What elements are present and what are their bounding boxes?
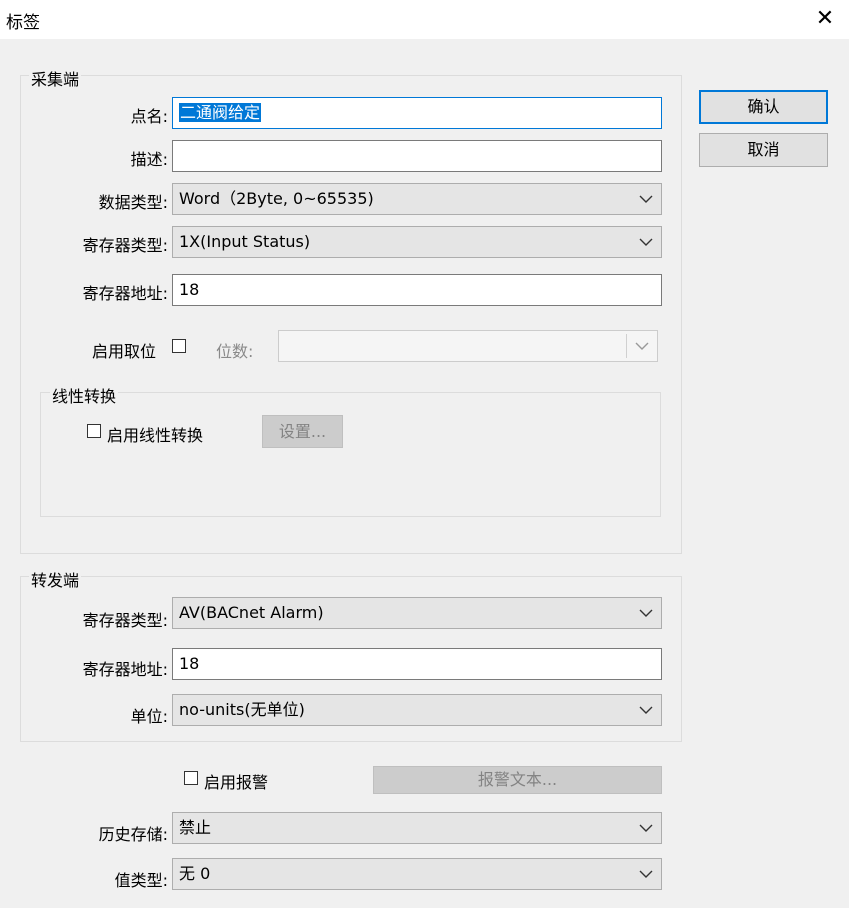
history-value: 禁止 [179, 818, 212, 837]
enable-bit-label: 启用取位 [92, 342, 157, 361]
data-type-label: 数据类型: [98, 193, 168, 212]
close-icon[interactable]: ✕ [809, 2, 841, 36]
bits-select[interactable] [278, 330, 658, 362]
reg-type-value: 1X(Input Status) [179, 232, 311, 251]
point-name-value: 二通阀给定 [179, 103, 262, 122]
enable-bit-checkbox[interactable] [172, 339, 186, 353]
enable-linear-checkbox[interactable] [87, 424, 101, 438]
chevron-down-icon [639, 695, 653, 725]
chevron-down-icon [639, 598, 653, 628]
desc-label: 描述: [130, 150, 168, 169]
data-type-select[interactable]: Word（2Byte, 0~65535) [172, 183, 662, 215]
chevron-down-icon [639, 227, 653, 257]
forward-legend: 转发端 [29, 567, 82, 591]
unit-label: 单位: [130, 707, 168, 726]
linear-settings-button[interactable]: 设置... [262, 415, 343, 448]
reg-addr-input[interactable]: 18 [172, 274, 662, 306]
bits-label: 位数: [216, 342, 254, 361]
cancel-button[interactable]: 取消 [699, 133, 828, 167]
enable-alarm-label: 启用报警 [204, 773, 269, 792]
enable-alarm-checkbox[interactable] [184, 771, 198, 785]
reg-addr-label: 寄存器地址: [82, 284, 168, 303]
linear-legend: 线性转换 [50, 383, 119, 407]
fwd-reg-addr-input[interactable]: 18 [172, 648, 662, 680]
fwd-reg-type-label: 寄存器类型: [82, 611, 168, 630]
chevron-down-icon [635, 331, 649, 361]
fwd-reg-addr-label: 寄存器地址: [82, 660, 168, 679]
value-type-select[interactable]: 无 0 [172, 858, 662, 890]
ok-button[interactable]: 确认 [699, 90, 828, 124]
value-type-label: 值类型: [114, 871, 168, 890]
reg-type-label: 寄存器类型: [82, 236, 168, 255]
chevron-down-icon [639, 184, 653, 214]
desc-input[interactable] [172, 140, 662, 172]
reg-type-select[interactable]: 1X(Input Status) [172, 226, 662, 258]
collect-legend: 采集端 [29, 66, 82, 90]
chevron-down-icon [639, 813, 653, 843]
unit-select[interactable]: no-units(无单位) [172, 694, 662, 726]
linear-group [40, 392, 661, 517]
chevron-down-icon [639, 859, 653, 889]
alarm-text-button[interactable]: 报警文本... [373, 766, 662, 794]
fwd-reg-type-value: AV(BACnet Alarm) [179, 603, 324, 622]
history-label: 历史存储: [98, 825, 168, 844]
title-bar [0, 0, 849, 39]
enable-linear-label: 启用线性转换 [107, 426, 204, 445]
unit-value: no-units(无单位) [179, 700, 305, 719]
point-name-input[interactable]: 二通阀给定 [172, 97, 662, 129]
fwd-reg-type-select[interactable]: AV(BACnet Alarm) [172, 597, 662, 629]
point-name-label: 点名: [130, 107, 168, 126]
window-title: 标签 [6, 13, 40, 33]
value-type-value: 无 0 [179, 864, 211, 883]
history-select[interactable]: 禁止 [172, 812, 662, 844]
data-type-value: Word（2Byte, 0~65535) [179, 189, 374, 208]
